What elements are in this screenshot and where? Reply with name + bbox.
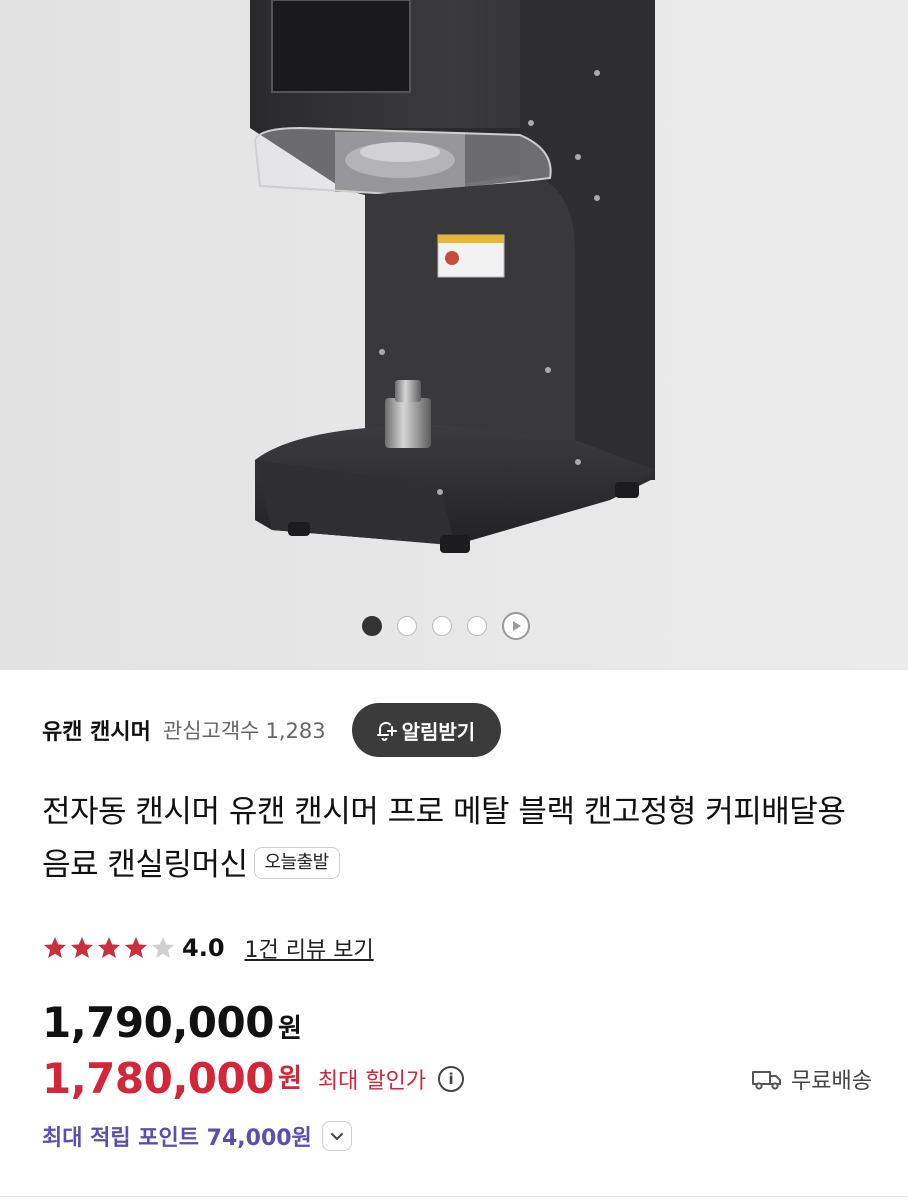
product-title: 전자동 캔시머 유캔 캔시머 프로 메탈 블랙 캔고정형 커피배달용 음료 캔실… bbox=[42, 786, 862, 892]
truck-icon bbox=[752, 1070, 782, 1090]
reward-points-row: 최대 적립 포인트 74,000원 bbox=[42, 1120, 352, 1152]
watchers-label: 관심고객수 bbox=[162, 719, 260, 743]
play-icon bbox=[513, 621, 521, 631]
reward-points-label: 최대 적립 포인트 74,000원 bbox=[42, 1126, 312, 1151]
watchers-number: 1,283 bbox=[265, 719, 326, 743]
original-price: 1,790,000 원 bbox=[42, 998, 302, 1047]
store-name[interactable]: 유캔 캔시머 bbox=[42, 714, 151, 746]
gallery-dot[interactable] bbox=[397, 616, 417, 636]
store-info-row: 유캔 캔시머 관심고객수 1,283 알림받기 bbox=[42, 702, 872, 758]
star-filled-icon bbox=[124, 936, 148, 958]
shipping-label: 무료배송 bbox=[791, 1068, 872, 1094]
rating-row: 4.0 1건 리뷰 보기 bbox=[42, 928, 374, 968]
alarm-button-label: 알림받기 bbox=[401, 719, 476, 744]
star-filled-icon bbox=[70, 936, 94, 958]
star-rating bbox=[42, 935, 176, 961]
alarm-subscribe-button[interactable]: 알림받기 bbox=[351, 703, 502, 757]
gallery-pagination[interactable] bbox=[362, 612, 530, 640]
watchers-count: 관심고객수 1,283 bbox=[163, 715, 326, 745]
sale-price-amount: 1,780,000 bbox=[42, 1054, 274, 1103]
product-title-text: 전자동 캔시머 유캔 캔시머 프로 메탈 블랙 캔고정형 커피배달용 음료 캔실… bbox=[42, 794, 846, 883]
bell-plus-icon bbox=[376, 721, 397, 741]
original-price-unit: 원 bbox=[277, 1014, 302, 1044]
star-empty-icon bbox=[151, 936, 175, 958]
autoplay-button[interactable] bbox=[502, 612, 530, 640]
star-filled-icon bbox=[43, 936, 67, 958]
info-icon[interactable]: i bbox=[438, 1065, 465, 1092]
sale-price-unit: 원 bbox=[277, 1064, 302, 1094]
review-link[interactable]: 1건 리뷰 보기 bbox=[245, 932, 374, 964]
gallery-dot[interactable] bbox=[467, 616, 487, 636]
sale-price-row: 1,780,000 원 최대 할인가 i 무료배송 bbox=[42, 1054, 872, 1103]
same-day-shipping-badge: 오늘출발 bbox=[253, 846, 340, 879]
gallery-dot[interactable] bbox=[432, 616, 452, 636]
product-image bbox=[0, 0, 908, 670]
points-expand-button[interactable] bbox=[321, 1121, 352, 1151]
chevron-down-icon bbox=[330, 1133, 343, 1140]
original-price-amount: 1,790,000 bbox=[42, 998, 274, 1047]
rating-score: 4.0 bbox=[182, 934, 225, 962]
product-image-gallery[interactable] bbox=[0, 0, 908, 670]
star-filled-icon bbox=[97, 936, 121, 958]
divider bbox=[0, 1196, 908, 1197]
free-shipping: 무료배송 bbox=[751, 1063, 872, 1095]
gallery-dot[interactable] bbox=[362, 616, 382, 636]
max-discount-label: 최대 할인가 bbox=[317, 1068, 427, 1094]
